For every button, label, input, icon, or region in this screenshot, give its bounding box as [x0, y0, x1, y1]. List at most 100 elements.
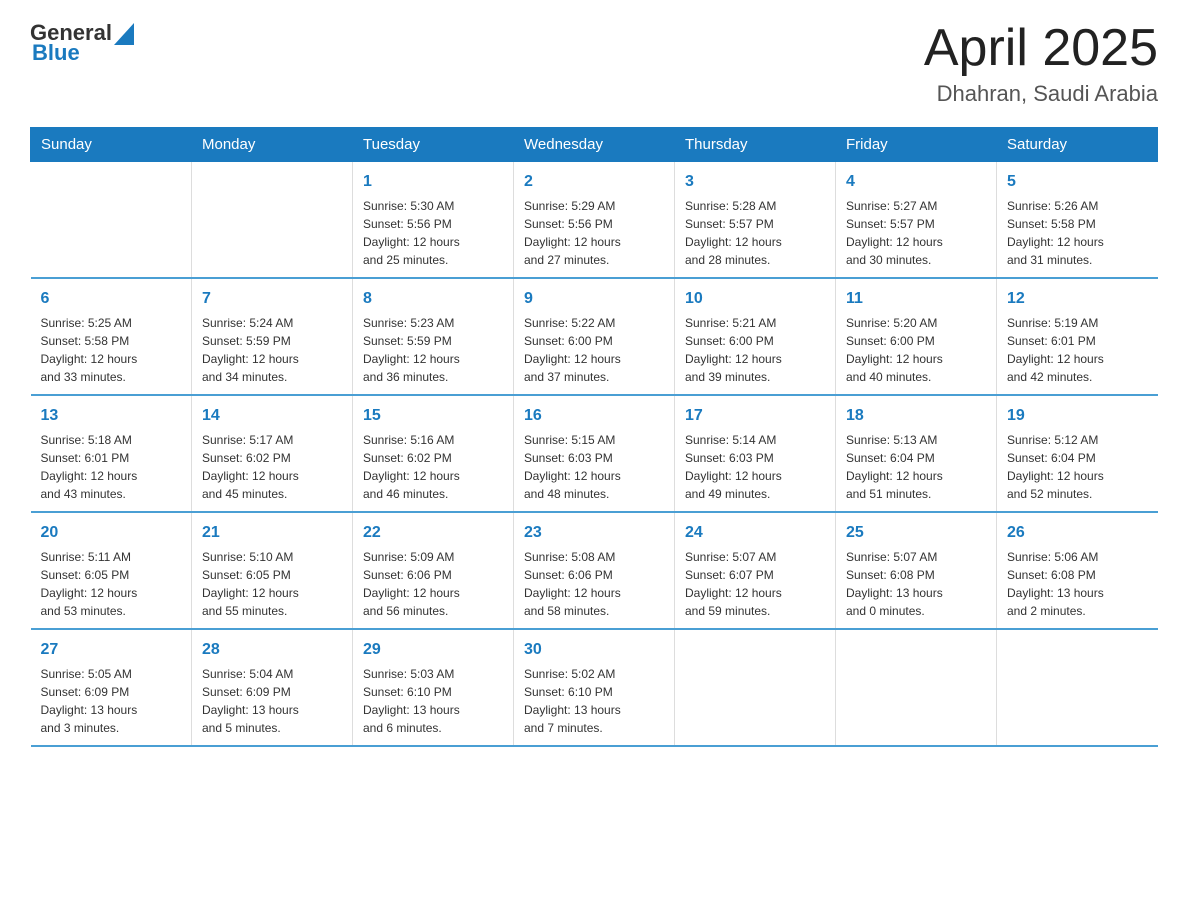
- day-info: Sunrise: 5:23 AM Sunset: 5:59 PM Dayligh…: [363, 314, 503, 386]
- calendar-cell: 8Sunrise: 5:23 AM Sunset: 5:59 PM Daylig…: [353, 278, 514, 395]
- calendar-cell: 29Sunrise: 5:03 AM Sunset: 6:10 PM Dayli…: [353, 629, 514, 746]
- day-number: 3: [685, 170, 825, 194]
- day-number: 7: [202, 287, 342, 311]
- weekday-header-friday: Friday: [836, 128, 997, 162]
- calendar-body: 1Sunrise: 5:30 AM Sunset: 5:56 PM Daylig…: [31, 162, 1158, 747]
- calendar-cell: 6Sunrise: 5:25 AM Sunset: 5:58 PM Daylig…: [31, 278, 192, 395]
- day-number: 6: [41, 287, 182, 311]
- calendar-cell: 21 Sunrise: 5:10 AM Sunset: 6:05 PM Dayli…: [192, 512, 353, 629]
- day-info: Sunrise: 5:11 AM Sunset: 6:05 PM Dayligh…: [41, 548, 182, 620]
- day-number: 13: [41, 404, 182, 428]
- day-number: 23: [524, 521, 664, 545]
- calendar-cell: 20 Sunrise: 5:11 AM Sunset: 6:05 PM Dayli…: [31, 512, 192, 629]
- calendar-cell: 30 Sunrise: 5:02 AM Sunset: 6:10 PM Dayli…: [514, 629, 675, 746]
- calendar-cell: 13 Sunrise: 5:18 AM Sunset: 6:01 PM Dayli…: [31, 395, 192, 512]
- calendar-cell: 26 Sunrise: 5:06 AM Sunset: 6:08 PM Dayli…: [997, 512, 1158, 629]
- calendar-cell: 7 Sunrise: 5:24 AM Sunset: 5:59 PM Daylig…: [192, 278, 353, 395]
- month-title: April 2025: [924, 20, 1158, 77]
- day-number: 18: [846, 404, 986, 428]
- day-number: 5: [1007, 170, 1148, 194]
- calendar-cell: 5 Sunrise: 5:26 AM Sunset: 5:58 PM Daylig…: [997, 162, 1158, 279]
- calendar-cell: 22Sunrise: 5:09 AM Sunset: 6:06 PM Dayli…: [353, 512, 514, 629]
- day-info: Sunrise: 5:02 AM Sunset: 6:10 PM Dayligh…: [524, 665, 664, 737]
- day-info: Sunrise: 5:21 AM Sunset: 6:00 PM Dayligh…: [685, 314, 825, 386]
- day-number: 29: [363, 638, 503, 662]
- calendar-cell: 4Sunrise: 5:27 AM Sunset: 5:57 PM Daylig…: [836, 162, 997, 279]
- day-info: Sunrise: 5:14 AM Sunset: 6:03 PM Dayligh…: [685, 431, 825, 503]
- day-info: Sunrise: 5:13 AM Sunset: 6:04 PM Dayligh…: [846, 431, 986, 503]
- week-row-3: 13 Sunrise: 5:18 AM Sunset: 6:01 PM Dayli…: [31, 395, 1158, 512]
- title-section: April 2025 Dhahran, Saudi Arabia: [924, 20, 1158, 107]
- day-info: Sunrise: 5:04 AM Sunset: 6:09 PM Dayligh…: [202, 665, 342, 737]
- day-info: Sunrise: 5:07 AM Sunset: 6:08 PM Dayligh…: [846, 548, 986, 620]
- page-header: General Blue April 2025 Dhahran, Saudi A…: [30, 20, 1158, 107]
- day-number: 14: [202, 404, 342, 428]
- day-number: 16: [524, 404, 664, 428]
- calendar-cell: 25 Sunrise: 5:07 AM Sunset: 6:08 PM Dayli…: [836, 512, 997, 629]
- week-row-1: 1Sunrise: 5:30 AM Sunset: 5:56 PM Daylig…: [31, 162, 1158, 279]
- day-info: Sunrise: 5:28 AM Sunset: 5:57 PM Dayligh…: [685, 197, 825, 269]
- weekday-header-monday: Monday: [192, 128, 353, 162]
- day-info: Sunrise: 5:26 AM Sunset: 5:58 PM Dayligh…: [1007, 197, 1148, 269]
- calendar-cell: 12 Sunrise: 5:19 AM Sunset: 6:01 PM Dayli…: [997, 278, 1158, 395]
- day-number: 9: [524, 287, 664, 311]
- logo-triangle-icon: [114, 23, 134, 45]
- day-number: 24: [685, 521, 825, 545]
- day-info: Sunrise: 5:15 AM Sunset: 6:03 PM Dayligh…: [524, 431, 664, 503]
- calendar-table: SundayMondayTuesdayWednesdayThursdayFrid…: [30, 127, 1158, 747]
- calendar-cell: 3 Sunrise: 5:28 AM Sunset: 5:57 PM Daylig…: [675, 162, 836, 279]
- location-title: Dhahran, Saudi Arabia: [924, 81, 1158, 107]
- calendar-cell: [675, 629, 836, 746]
- day-number: 1: [363, 170, 503, 194]
- day-info: Sunrise: 5:29 AM Sunset: 5:56 PM Dayligh…: [524, 197, 664, 269]
- calendar-cell: 10Sunrise: 5:21 AM Sunset: 6:00 PM Dayli…: [675, 278, 836, 395]
- day-number: 11: [846, 287, 986, 311]
- day-info: Sunrise: 5:12 AM Sunset: 6:04 PM Dayligh…: [1007, 431, 1148, 503]
- weekday-header-row: SundayMondayTuesdayWednesdayThursdayFrid…: [31, 128, 1158, 162]
- day-number: 12: [1007, 287, 1148, 311]
- week-row-4: 20 Sunrise: 5:11 AM Sunset: 6:05 PM Dayli…: [31, 512, 1158, 629]
- day-info: Sunrise: 5:24 AM Sunset: 5:59 PM Dayligh…: [202, 314, 342, 386]
- calendar-cell: [192, 162, 353, 279]
- day-number: 19: [1007, 404, 1148, 428]
- calendar-cell: 28 Sunrise: 5:04 AM Sunset: 6:09 PM Dayli…: [192, 629, 353, 746]
- calendar-cell: 2 Sunrise: 5:29 AM Sunset: 5:56 PM Daylig…: [514, 162, 675, 279]
- day-number: 28: [202, 638, 342, 662]
- calendar-cell: 15 Sunrise: 5:16 AM Sunset: 6:02 PM Dayli…: [353, 395, 514, 512]
- calendar-cell: [31, 162, 192, 279]
- calendar-cell: 11 Sunrise: 5:20 AM Sunset: 6:00 PM Dayli…: [836, 278, 997, 395]
- calendar-cell: 18 Sunrise: 5:13 AM Sunset: 6:04 PM Dayli…: [836, 395, 997, 512]
- day-info: Sunrise: 5:22 AM Sunset: 6:00 PM Dayligh…: [524, 314, 664, 386]
- logo-blue-text: Blue: [32, 40, 80, 66]
- weekday-header-saturday: Saturday: [997, 128, 1158, 162]
- calendar-cell: 27Sunrise: 5:05 AM Sunset: 6:09 PM Dayli…: [31, 629, 192, 746]
- day-info: Sunrise: 5:18 AM Sunset: 6:01 PM Dayligh…: [41, 431, 182, 503]
- day-number: 15: [363, 404, 503, 428]
- day-info: Sunrise: 5:10 AM Sunset: 6:05 PM Dayligh…: [202, 548, 342, 620]
- calendar-cell: 14Sunrise: 5:17 AM Sunset: 6:02 PM Dayli…: [192, 395, 353, 512]
- calendar-cell: 17Sunrise: 5:14 AM Sunset: 6:03 PM Dayli…: [675, 395, 836, 512]
- day-info: Sunrise: 5:19 AM Sunset: 6:01 PM Dayligh…: [1007, 314, 1148, 386]
- calendar-cell: 19 Sunrise: 5:12 AM Sunset: 6:04 PM Dayli…: [997, 395, 1158, 512]
- day-info: Sunrise: 5:27 AM Sunset: 5:57 PM Dayligh…: [846, 197, 986, 269]
- day-number: 26: [1007, 521, 1148, 545]
- day-info: Sunrise: 5:06 AM Sunset: 6:08 PM Dayligh…: [1007, 548, 1148, 620]
- week-row-5: 27Sunrise: 5:05 AM Sunset: 6:09 PM Dayli…: [31, 629, 1158, 746]
- weekday-header-wednesday: Wednesday: [514, 128, 675, 162]
- day-info: Sunrise: 5:07 AM Sunset: 6:07 PM Dayligh…: [685, 548, 825, 620]
- day-number: 25: [846, 521, 986, 545]
- day-info: Sunrise: 5:08 AM Sunset: 6:06 PM Dayligh…: [524, 548, 664, 620]
- logo: General Blue: [30, 20, 134, 66]
- day-info: Sunrise: 5:16 AM Sunset: 6:02 PM Dayligh…: [363, 431, 503, 503]
- calendar-cell: [997, 629, 1158, 746]
- week-row-2: 6Sunrise: 5:25 AM Sunset: 5:58 PM Daylig…: [31, 278, 1158, 395]
- day-info: Sunrise: 5:05 AM Sunset: 6:09 PM Dayligh…: [41, 665, 182, 737]
- day-number: 30: [524, 638, 664, 662]
- day-number: 2: [524, 170, 664, 194]
- weekday-header-tuesday: Tuesday: [353, 128, 514, 162]
- day-info: Sunrise: 5:20 AM Sunset: 6:00 PM Dayligh…: [846, 314, 986, 386]
- weekday-header-sunday: Sunday: [31, 128, 192, 162]
- calendar-cell: [836, 629, 997, 746]
- day-number: 21: [202, 521, 342, 545]
- day-number: 20: [41, 521, 182, 545]
